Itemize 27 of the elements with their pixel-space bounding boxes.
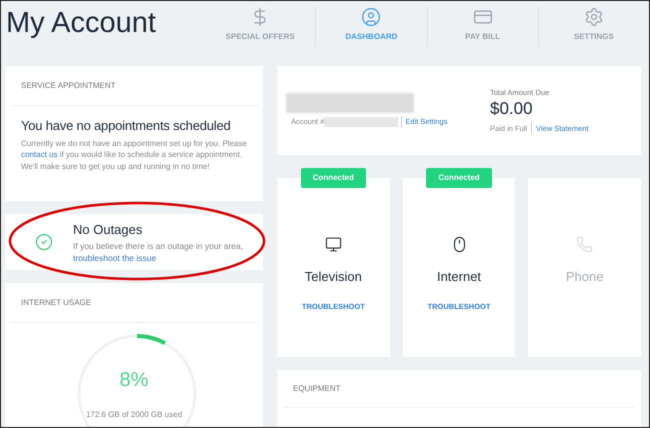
check-circle-icon [35,233,53,251]
service-name: Television [304,268,362,286]
settings-icon [584,7,604,27]
usage-detail: 172.6 GB of 2000 GB used [86,409,182,421]
status-badge: Connected [426,168,492,188]
page-title: My Account [6,6,156,41]
contact-link[interactable]: contact us [21,150,58,159]
nav-tab[interactable]: DASHBOARD [345,7,398,47]
card-heading: EQUIPMENT [293,382,341,394]
appointment-title: You have no appointments scheduled [21,117,232,135]
troubleshoot-link[interactable]: troubleshoot the issue [73,252,244,264]
outages-title: No Outages [73,221,144,240]
service-name: Internet [436,268,482,286]
amount-due: $0.00 [490,98,534,120]
appointment-text: Currently we do not have an appointment set up for you. Please contact us if you would like to schedule a service appointment. We'll make sure to get you up and running in no time! [21,138,247,172]
service-name: Phone [566,268,604,286]
nav-tab[interactable]: SPECIAL OFFERS [226,7,295,61]
usage-percent: 8% [120,368,148,393]
status-badge: Connected [300,168,366,188]
card-heading: INTERNET USAGE [21,296,92,308]
user-icon [361,7,382,27]
outages-text: If you believe there is an outage in your area, [73,240,244,252]
phone-icon [576,236,594,253]
card-heading: SERVICE APPOINTMENT [21,80,116,92]
nav-tab[interactable]: PAY BILL [465,7,500,47]
monitor-icon [324,236,342,253]
nav-tab[interactable]: SETTINGS [574,7,614,47]
